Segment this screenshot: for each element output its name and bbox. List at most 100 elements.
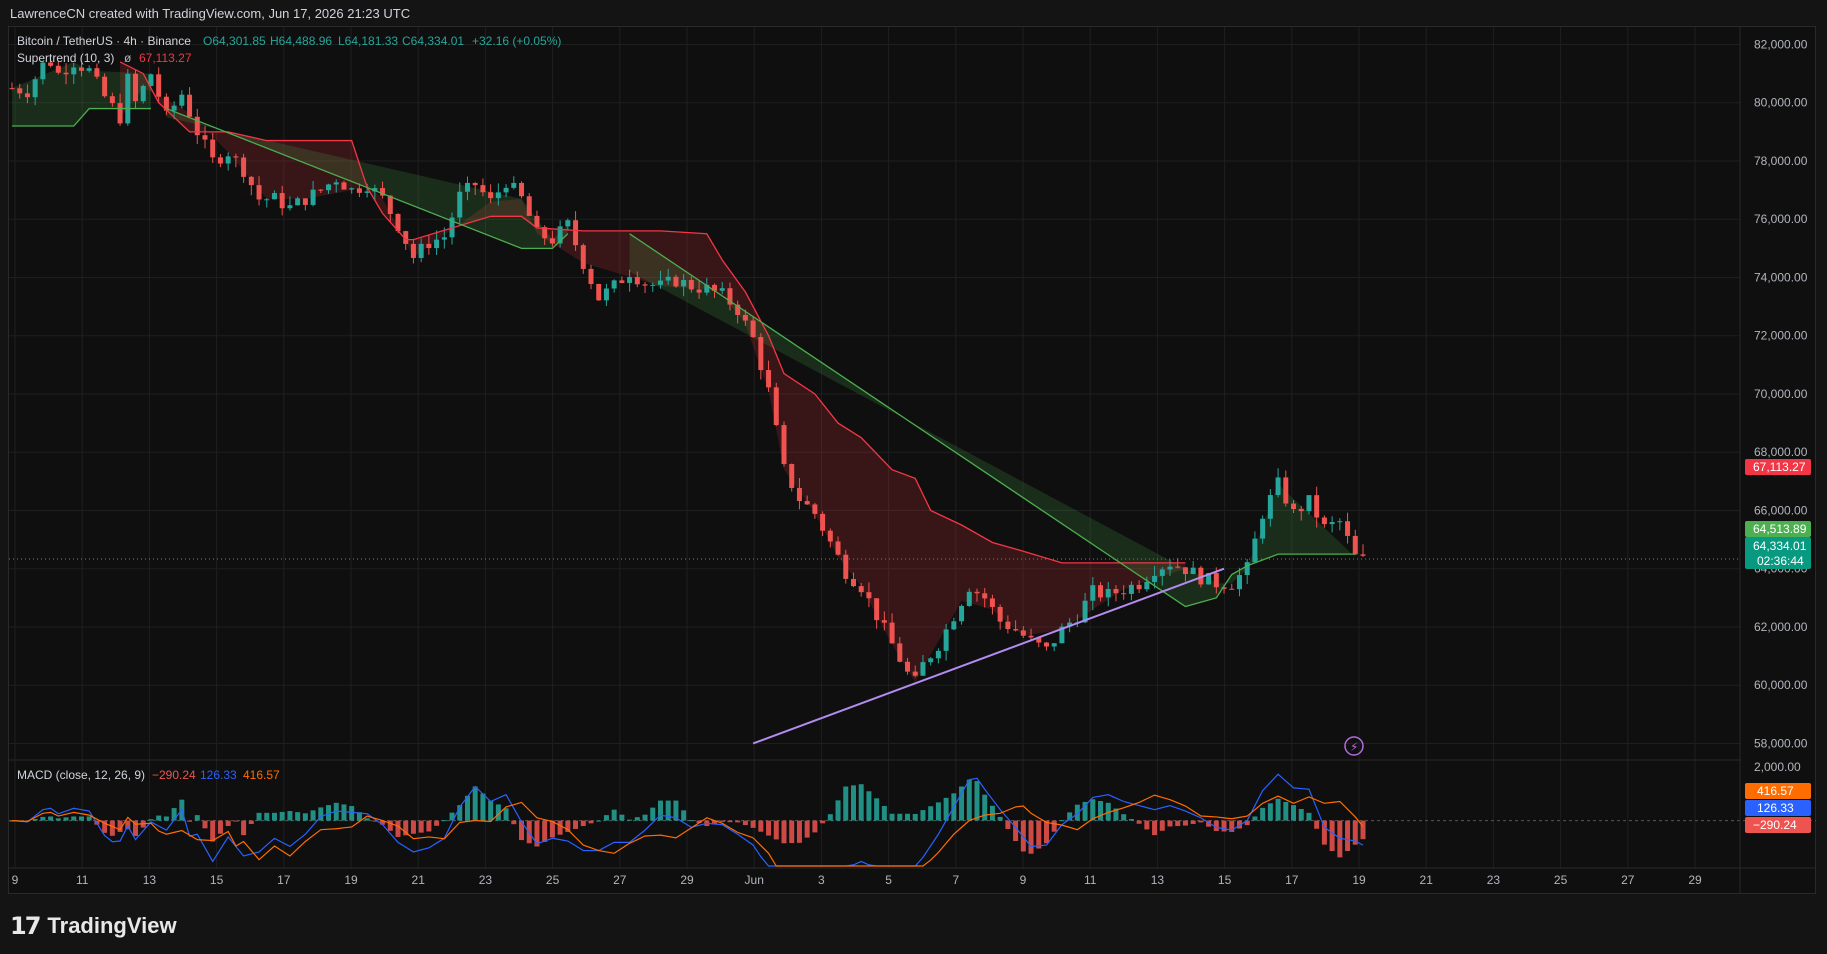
- candle-body: [94, 68, 100, 77]
- candle-body: [742, 314, 748, 321]
- macd-histogram-bar: [426, 820, 432, 832]
- candle-body: [295, 198, 301, 206]
- candle-body: [1267, 495, 1273, 519]
- candle-body: [835, 541, 841, 555]
- price-tick-label: 58,000.00: [1754, 736, 1808, 750]
- candle-body: [78, 67, 84, 71]
- macd-histogram-bar: [310, 810, 316, 821]
- time-tick-label: 3: [818, 873, 825, 887]
- candle-body: [827, 530, 833, 542]
- candle-body: [287, 205, 293, 209]
- time-tick-label: 17: [1285, 873, 1299, 887]
- settings-icon[interactable]: ø: [124, 51, 132, 65]
- time-tick-label: 13: [143, 873, 157, 887]
- candle-body: [140, 85, 146, 102]
- candle-body: [364, 191, 370, 193]
- candle-body: [441, 237, 447, 240]
- macd-histogram-bar: [549, 820, 555, 838]
- candle-body: [634, 277, 640, 285]
- candle-body: [1043, 642, 1049, 647]
- candle-body: [758, 337, 764, 371]
- candle-body: [766, 370, 772, 388]
- macd-signal-value: 416.57: [243, 768, 280, 782]
- macd-histogram-bar: [889, 813, 895, 821]
- macd-histogram-bar: [171, 808, 177, 821]
- candle-body: [1291, 503, 1297, 510]
- candle-body: [619, 280, 625, 283]
- time-tick-label: 11: [76, 873, 89, 887]
- macd-histogram-bar: [472, 786, 478, 821]
- macd-label[interactable]: MACD (close, 12, 26, 9): [17, 768, 145, 782]
- macd-histogram-bar: [148, 819, 154, 821]
- tradingview-logo[interactable]: 17 TradingView: [10, 912, 177, 940]
- candle-body: [457, 191, 463, 218]
- time-tick-label: 15: [210, 873, 224, 887]
- macd-pane: [9, 773, 1816, 867]
- candle-body: [233, 156, 239, 158]
- macd-histogram-bar: [804, 820, 810, 838]
- candle-body: [71, 67, 77, 75]
- macd-histogram-bar: [796, 820, 802, 843]
- supertrend-label[interactable]: Supertrend (10, 3): [17, 51, 114, 65]
- macd-histogram-bar: [758, 820, 764, 832]
- candle-body: [681, 280, 687, 287]
- macd-histogram-bar: [1283, 801, 1289, 821]
- macd-histogram-bar: [395, 820, 401, 837]
- supertrend-badge-text: 67,113.27: [1753, 460, 1806, 474]
- candle-body: [418, 243, 424, 258]
- candle-body: [920, 662, 926, 676]
- macd-histogram-bar: [1182, 820, 1188, 826]
- candle-body: [410, 243, 416, 258]
- candle-body: [326, 184, 332, 191]
- macd-histogram-bar: [850, 785, 856, 821]
- last-price-text: 64,334.01: [1753, 539, 1807, 553]
- candle-body: [302, 198, 308, 205]
- macd-line-value: 126.33: [200, 768, 237, 782]
- symbol-label[interactable]: Bitcoin / TetherUS · 4h · Binance: [17, 34, 191, 48]
- candle-body: [55, 65, 61, 73]
- candle-body: [464, 182, 470, 192]
- macd-histogram-bar: [650, 807, 656, 821]
- candle-body: [495, 192, 501, 199]
- price-chart[interactable]: 82,000.00 80,000.00 78,000.00 76,000.00 74,0…: [0, 0, 1827, 954]
- time-tick-label: 13: [1151, 873, 1165, 887]
- candle-body: [1298, 509, 1304, 512]
- candle-body: [503, 187, 509, 193]
- macd-histogram-bar: [163, 816, 169, 821]
- countdown-text: 02:36:44: [1757, 554, 1804, 568]
- macd-histogram-bar: [434, 820, 440, 826]
- candle-body: [256, 185, 262, 200]
- candle-body: [202, 135, 208, 140]
- candle-body: [125, 73, 131, 124]
- candle-body: [951, 621, 957, 630]
- candle-body: [488, 192, 494, 199]
- macd-histogram-bar: [997, 816, 1003, 821]
- macd-histogram-bar: [1198, 820, 1204, 823]
- time-tick-label: 9: [1020, 873, 1027, 887]
- candle-body: [982, 593, 988, 599]
- candle-body: [102, 76, 108, 97]
- candle-body: [1314, 495, 1320, 518]
- candle-body: [858, 586, 864, 593]
- macd-histogram-bar: [264, 812, 270, 821]
- macd-histogram-bar: [78, 816, 84, 821]
- macd-histogram-bar: [202, 820, 208, 829]
- macd-histogram-bar: [1260, 807, 1266, 821]
- candle-body: [341, 182, 347, 190]
- macd-histogram-bar: [210, 820, 216, 842]
- macd-histogram-bar: [1098, 801, 1104, 821]
- macd-histogram-bar: [1152, 820, 1158, 836]
- supertrend-value: 67,113.27: [139, 51, 192, 65]
- macd-histogram-bar: [48, 816, 54, 821]
- macd-histogram-bar: [966, 779, 972, 821]
- candle-body: [959, 605, 965, 622]
- time-tick-label: 19: [1352, 873, 1366, 887]
- macd-histogram-bar: [866, 791, 872, 821]
- candle-body: [133, 73, 139, 102]
- macd-histogram-bar: [217, 820, 223, 834]
- candle-body: [434, 239, 440, 249]
- candle-body: [109, 96, 115, 104]
- candle-body: [580, 245, 586, 269]
- macd-histogram-bar: [827, 814, 833, 821]
- macd-histogram-bar: [874, 798, 880, 821]
